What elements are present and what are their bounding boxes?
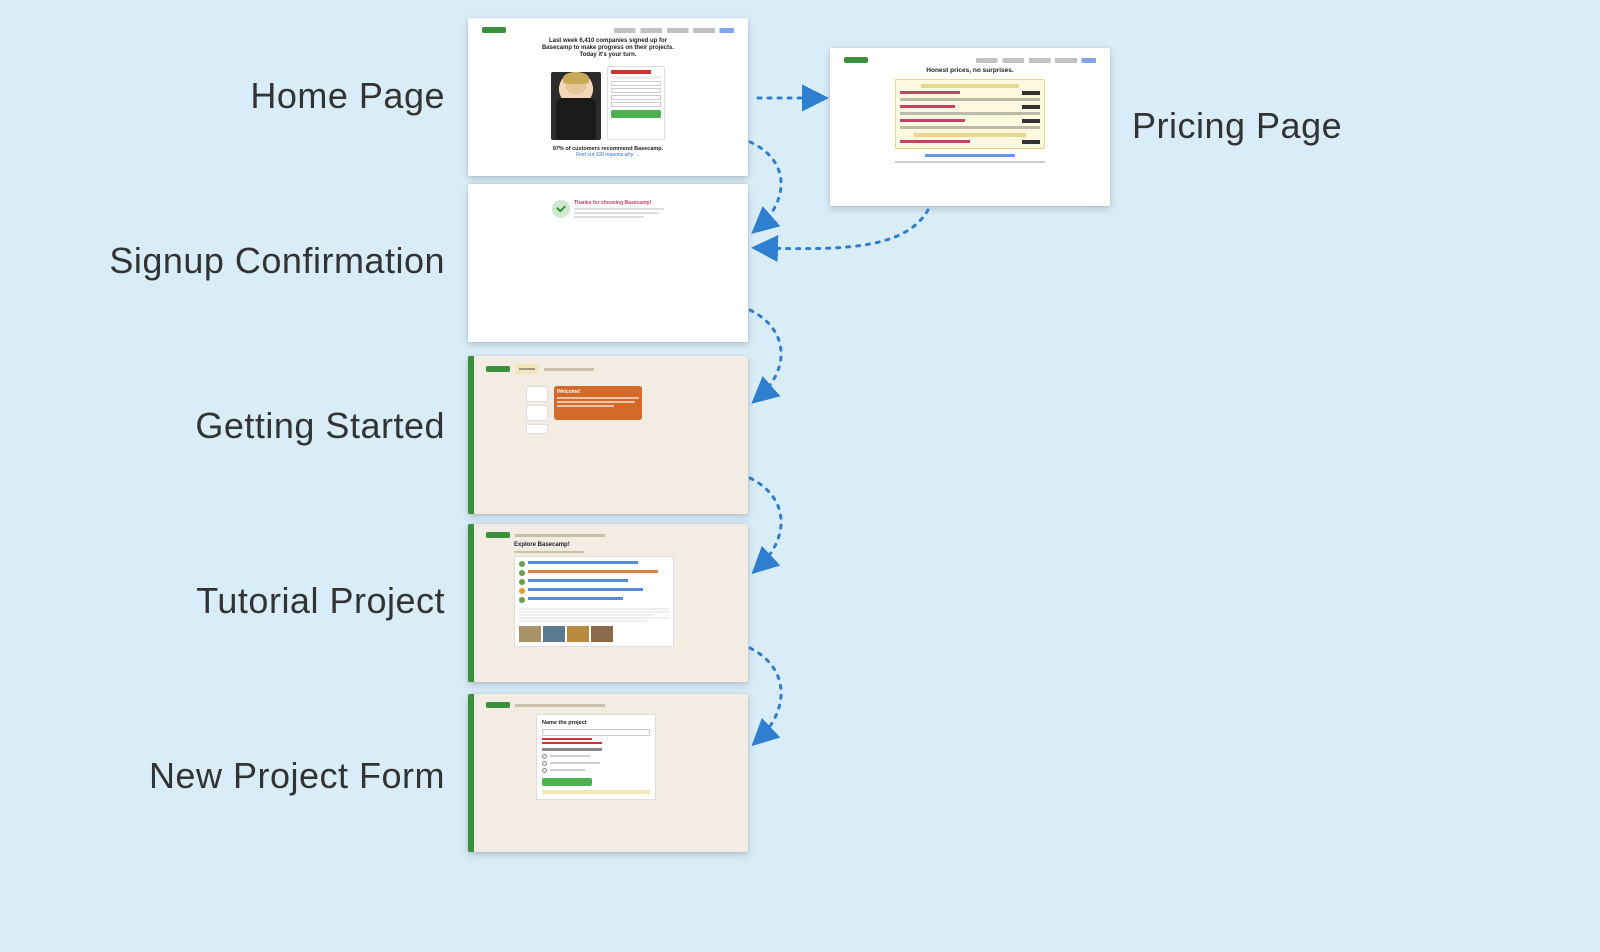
flow-diagram: Home Page Pricing Page Signup Confirmati… <box>0 0 1600 952</box>
subheading: 97% of customers recommend Basecamp. <box>553 146 663 153</box>
label-new-project: New Project Form <box>149 755 445 797</box>
check-circle-icon <box>552 200 570 218</box>
logo-icon <box>482 27 506 33</box>
arrow-pricing-to-signup <box>760 210 928 249</box>
headline-line-2: Basecamp to make progress on their proje… <box>542 45 674 51</box>
arrow-tutorial-to-newproject <box>750 648 781 740</box>
person-illustration <box>551 72 601 140</box>
welcome-title: Welcome! <box>557 389 639 395</box>
label-tutorial: Tutorial Project <box>196 580 445 622</box>
headline-line-1: Last week 6,410 companies signed up for <box>549 38 667 44</box>
tab-projects <box>515 364 539 374</box>
reasons-link: Find out 100 reasons why → <box>576 152 640 158</box>
arrow-signup-to-getting-started <box>750 310 781 398</box>
label-home: Home Page <box>250 75 445 117</box>
label-pricing: Pricing Page <box>1132 105 1342 147</box>
thumb-new-project: Name the project <box>468 694 748 852</box>
thumb-pricing: Honest prices, no surprises. <box>830 48 1110 206</box>
label-signup: Signup Confirmation <box>109 240 445 282</box>
headline-line-3: Today it's your turn. <box>580 52 637 58</box>
thumb-getting-started: Welcome! <box>468 356 748 514</box>
thumb-home: Last week 6,410 companies signed up for … <box>468 18 748 176</box>
label-getting-started: Getting Started <box>195 405 445 447</box>
arrow-gs-to-tutorial <box>750 478 781 568</box>
signup-form-card <box>607 66 665 140</box>
pricing-table <box>895 79 1045 149</box>
pricing-title: Honest prices, no surprises. <box>926 67 1013 75</box>
thanks-text: Thanks for choosing Basecamp! <box>574 200 654 206</box>
nav-links <box>614 28 734 33</box>
thumb-tutorial: Explore Basecamp! <box>468 524 748 682</box>
tutorial-title: Explore Basecamp! <box>514 542 674 549</box>
welcome-callout: Welcome! <box>554 386 642 420</box>
pricing-footer-link <box>925 154 1015 157</box>
arrows-layer <box>0 0 1600 952</box>
form-card: Name the project <box>536 714 656 800</box>
arrow-home-to-signup <box>750 142 781 228</box>
thumb-signup: Thanks for choosing Basecamp! <box>468 184 748 342</box>
headline: Last week 6,410 companies signed up for … <box>523 38 693 60</box>
form-title: Name the project <box>542 720 650 727</box>
mini-navbar <box>476 26 740 34</box>
